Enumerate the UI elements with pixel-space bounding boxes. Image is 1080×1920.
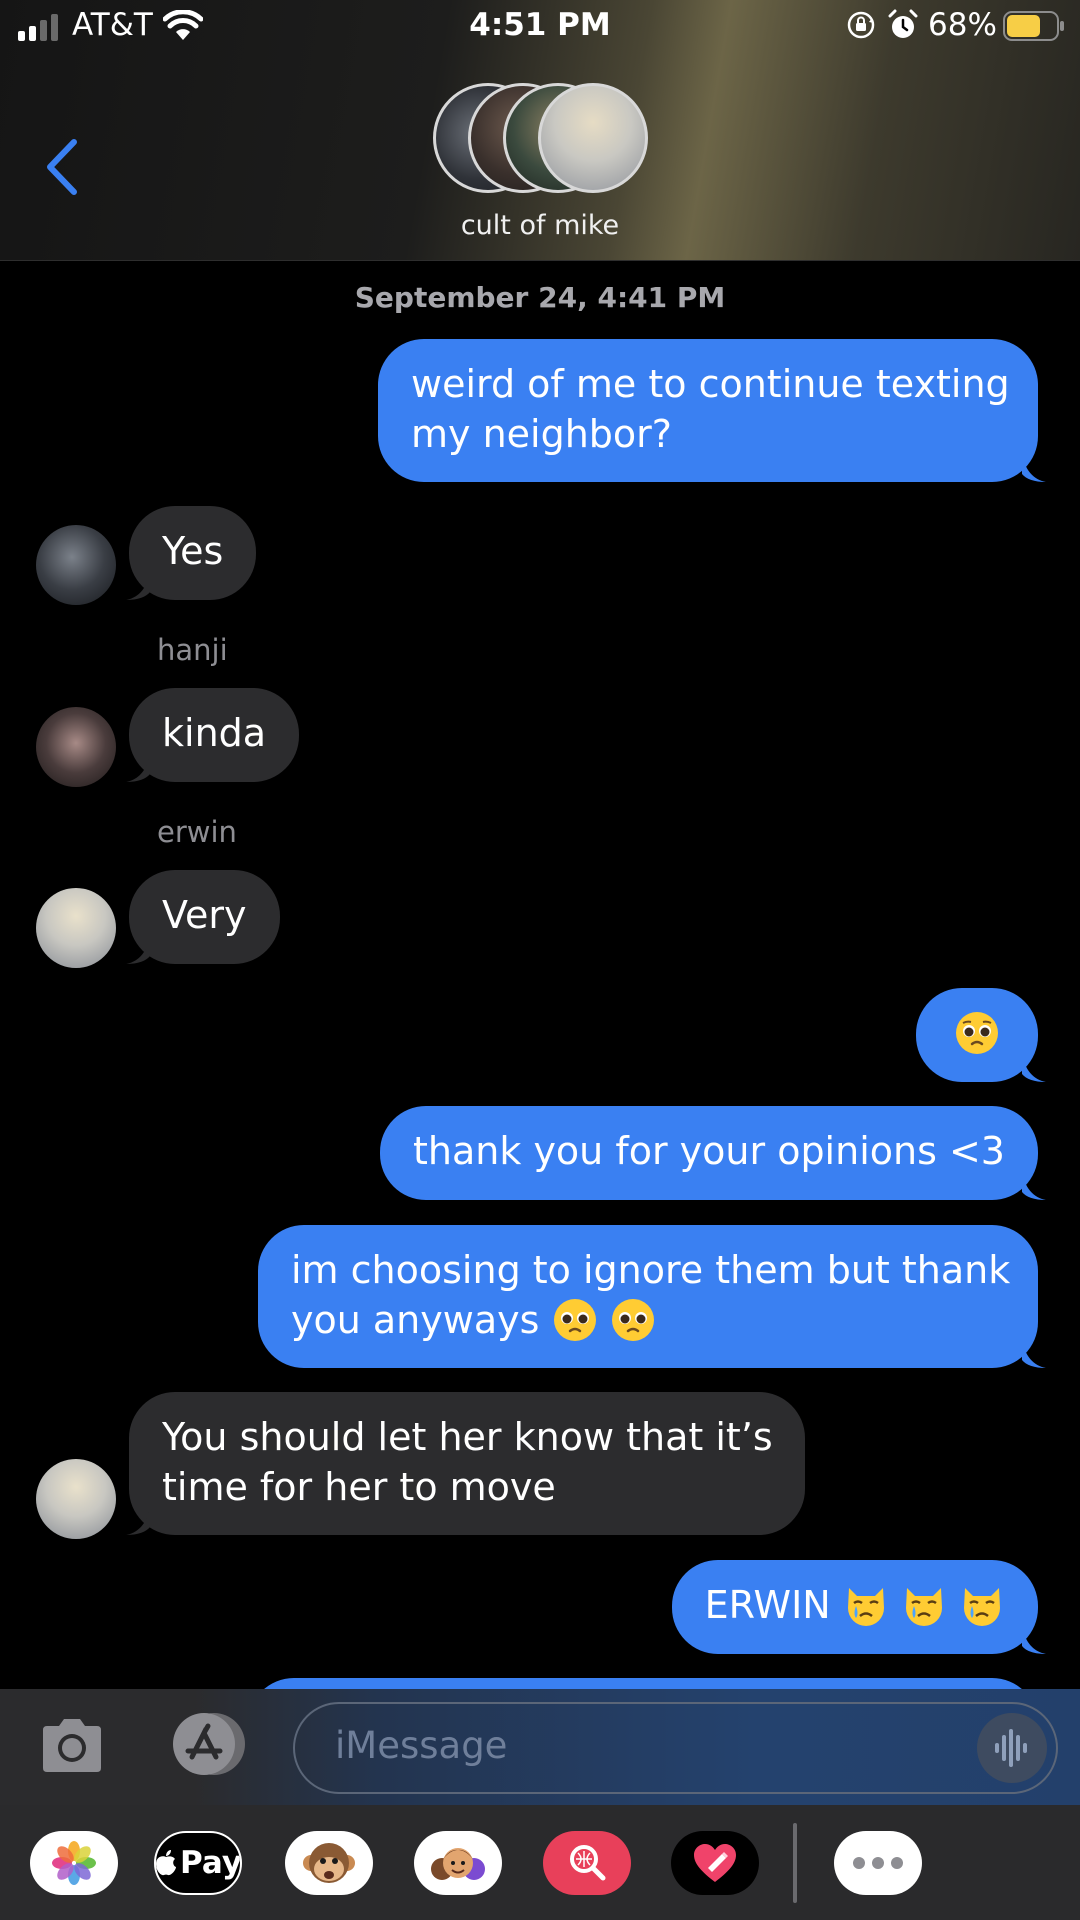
orientation-lock-icon xyxy=(847,11,875,39)
pleading-face-emoji-icon xyxy=(956,1011,998,1054)
back-chevron-icon[interactable] xyxy=(42,138,82,196)
sender-name: erwin xyxy=(157,815,237,849)
received-message-bubble[interactable]: kinda xyxy=(129,688,300,782)
photos-icon[interactable] xyxy=(30,1831,118,1895)
apple-pay-label: Pay xyxy=(179,1845,242,1881)
message-input-bar: iMessage xyxy=(0,1689,1080,1805)
pleading-face-emoji-icon xyxy=(553,1298,596,1341)
imessage-app-drawer: Pay xyxy=(0,1805,1080,1920)
bubble-tail xyxy=(126,752,150,782)
sender-avatar[interactable] xyxy=(36,525,116,605)
digital-touch-icon[interactable] xyxy=(671,1831,759,1895)
sent-message-bubble[interactable] xyxy=(916,988,1038,1082)
message-text-line: im choosing to ignore them but thank xyxy=(291,1248,1011,1292)
group-avatar-stack[interactable] xyxy=(433,83,648,193)
bubble-tail xyxy=(126,1505,150,1535)
sender-avatar[interactable] xyxy=(36,1459,116,1539)
apple-logo-icon xyxy=(156,1850,176,1876)
sent-message-bubble[interactable]: thank you for your opinions <3 xyxy=(380,1106,1038,1200)
bubble-tail xyxy=(126,934,150,964)
image-search-icon[interactable] xyxy=(543,1831,631,1895)
battery-icon xyxy=(1003,11,1064,41)
imessage-input[interactable]: iMessage xyxy=(293,1702,1058,1794)
sent-message-bubble[interactable]: ERWIN xyxy=(671,1560,1038,1654)
input-placeholder: iMessage xyxy=(335,1724,508,1767)
bubble-tail xyxy=(1022,1338,1046,1368)
bubble-tail xyxy=(1022,452,1046,482)
apple-pay-icon[interactable]: Pay xyxy=(154,1831,242,1895)
sender-name: hanji xyxy=(157,633,228,667)
sender-avatar[interactable] xyxy=(36,888,116,968)
received-message-bubble[interactable]: Very xyxy=(129,870,280,964)
group-name[interactable]: cult of mike xyxy=(0,210,1080,241)
message-text: ERWIN xyxy=(704,1583,831,1627)
sent-message-bubble[interactable]: im choosing to ignore them but thank you… xyxy=(258,1225,1038,1368)
message-text-line: my neighbor? xyxy=(411,412,672,456)
message-text: kinda xyxy=(162,711,267,755)
message-text-line: weird of me to continue texting xyxy=(411,362,1010,406)
received-message-bubble[interactable]: You should let her know that it’s time f… xyxy=(129,1392,805,1535)
crying-cat-emoji-icon xyxy=(847,1587,884,1626)
animoji-icon[interactable] xyxy=(285,1831,373,1895)
crying-cat-emoji-icon xyxy=(905,1587,942,1626)
bubble-tail xyxy=(1022,1052,1046,1082)
memoji-icon[interactable] xyxy=(414,1831,502,1895)
drawer-divider xyxy=(793,1823,797,1903)
message-text-line: you anyways xyxy=(291,1298,540,1342)
message-text: Yes xyxy=(162,529,224,573)
message-text-line: You should let her know that it’s xyxy=(162,1415,773,1459)
crying-cat-emoji-icon xyxy=(964,1587,1000,1626)
sent-message-bubble[interactable]: weird of me to continue texting my neigh… xyxy=(378,339,1038,482)
alarm-icon xyxy=(888,9,918,38)
conversation-header: AT&T 4:51 PM 68% cult of mike xyxy=(0,0,1080,261)
message-text-line: time for her to move xyxy=(162,1465,556,1509)
pleading-face-emoji-icon xyxy=(611,1298,654,1341)
battery-percentage: 68% xyxy=(928,7,997,43)
status-bar: AT&T 4:51 PM 68% xyxy=(0,0,1080,56)
member-avatar xyxy=(538,83,648,193)
camera-icon[interactable] xyxy=(39,1714,105,1776)
message-text: thank you for your opinions <3 xyxy=(413,1129,1005,1173)
bubble-tail xyxy=(126,570,150,600)
app-store-icon[interactable] xyxy=(164,1711,248,1777)
audio-message-icon[interactable] xyxy=(977,1713,1047,1783)
bubble-tail xyxy=(1022,1624,1046,1654)
more-icon[interactable] xyxy=(834,1831,922,1895)
sender-avatar[interactable] xyxy=(36,707,116,787)
message-text: Very xyxy=(162,893,247,937)
conversation-timestamp: September 24, 4:41 PM xyxy=(354,281,726,314)
bubble-tail xyxy=(1022,1170,1046,1200)
